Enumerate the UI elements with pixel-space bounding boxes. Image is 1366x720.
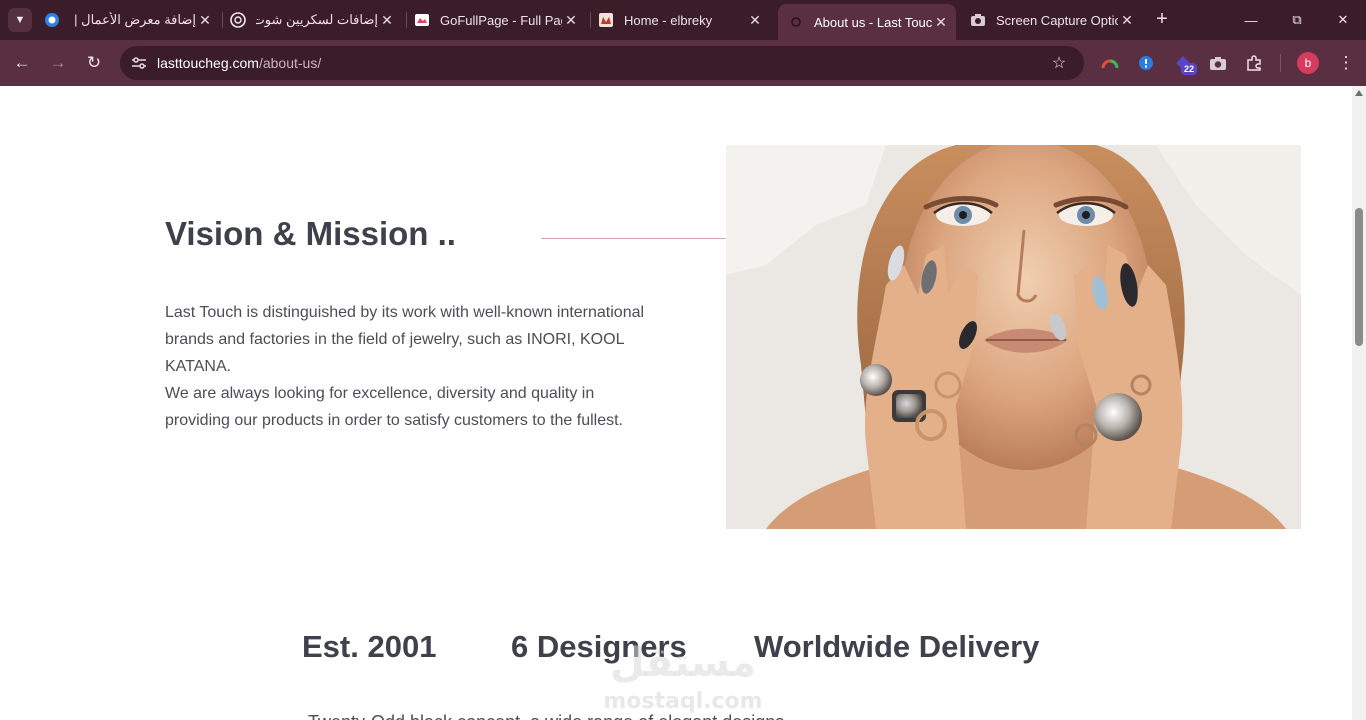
arrow-right-icon: → [49, 53, 67, 72]
chatgpt-icon [230, 12, 246, 28]
plus-icon: + [1156, 8, 1168, 30]
restore-icon: ⧉ [1292, 12, 1302, 27]
tab-title: إضافات لسكريين شوت [256, 12, 378, 27]
back-button[interactable]: ← [9, 50, 35, 76]
close-window-button[interactable]: ✕ [1320, 0, 1366, 40]
jewelry-model-image [726, 145, 1301, 529]
tab-gofullpage[interactable]: GoFullPage - Full Page Screen Capture ✕ [414, 6, 586, 34]
tab-about-us-active[interactable]: About us - Last Touch ✕ [778, 4, 956, 40]
tab-separator [222, 12, 223, 28]
mission-paragraph: We are always looking for excellence, di… [165, 385, 623, 429]
tab-screenshot-addons[interactable]: إضافات لسكريين شوت ✕ [230, 6, 402, 34]
tab-separator [406, 12, 407, 28]
stat-established: Est. 2001 [302, 629, 437, 664]
tab-title: Home - elbreky [624, 12, 713, 28]
browser-menu-button[interactable]: ⋮ [1333, 50, 1359, 76]
url-path: /about-us/ [258, 55, 322, 71]
minimize-button[interactable]: — [1228, 0, 1274, 40]
close-icon[interactable]: ✕ [196, 12, 214, 29]
tab-search-button[interactable]: ▼ [8, 8, 32, 32]
close-icon: ✕ [1337, 12, 1349, 27]
page-viewport: Vision & Mission .. Last Touch is distin… [0, 86, 1352, 720]
vision-mission-heading: Vision & Mission .. [165, 215, 456, 252]
vision-mission-text: Last Touch is distinguished by its work … [165, 299, 645, 434]
circle-logo-icon [44, 12, 60, 28]
heading-divider-line [541, 238, 726, 239]
close-icon[interactable]: ✕ [932, 14, 950, 31]
close-icon[interactable]: ✕ [378, 12, 396, 29]
tab-title: Screen Capture Options [996, 12, 1118, 28]
url-text[interactable]: lasttoucheg.com/about-us/ [157, 55, 321, 71]
address-bar[interactable]: lasttoucheg.com/about-us/ ☆ [120, 46, 1084, 80]
profile-avatar[interactable]: b [1297, 52, 1319, 74]
restore-button[interactable]: ⧉ [1274, 0, 1320, 40]
extension-tabs-icon[interactable]: 22 [1172, 52, 1198, 75]
tab-mostaql[interactable]: إضافة معرض الأعمال | م ✕ [44, 6, 220, 34]
tab-title: GoFullPage - Full Page Screen Capture [440, 12, 562, 28]
url-host: lasttoucheg.com [157, 55, 259, 71]
toolbar-separator [1280, 54, 1281, 72]
tab-elbreky[interactable]: Home - elbreky ✕ [598, 6, 770, 34]
bookmark-star-icon[interactable]: ☆ [1048, 52, 1070, 74]
extensions-puzzle-icon[interactable] [1243, 52, 1265, 74]
tab-strip: ▼ إضافة معرض الأعمال | م ✕ إضافات لسكريي… [0, 0, 1366, 40]
extension-count-badge: 22 [1181, 63, 1198, 75]
camera-icon [970, 12, 986, 28]
page-scrollbar[interactable] [1352, 86, 1366, 720]
scroll-up-arrow-icon[interactable] [1355, 90, 1363, 96]
watermark-arabic: مستقل [610, 640, 756, 686]
mostaql-watermark: مستقل mostaql.com [603, 640, 762, 714]
close-icon[interactable]: ✕ [1118, 12, 1136, 29]
kebab-menu-icon: ⋮ [1337, 53, 1355, 72]
browser-toolbar: ← → ↻ lasttoucheg.com/about-us/ ☆ 22 b ⋮ [0, 40, 1366, 86]
extension-camera-icon[interactable] [1207, 52, 1229, 74]
extension-info-icon[interactable] [1135, 52, 1157, 74]
forward-button[interactable]: → [45, 50, 71, 76]
lasttouch-icon [788, 14, 804, 30]
new-tab-button[interactable]: + [1150, 8, 1174, 32]
profile-initial: b [1304, 56, 1312, 70]
vision-paragraph: Last Touch is distinguished by its work … [165, 304, 645, 375]
scrollbar-thumb[interactable] [1355, 208, 1363, 346]
site-settings-icon[interactable] [128, 52, 150, 74]
close-icon[interactable]: ✕ [562, 12, 580, 29]
arrow-left-icon: ← [13, 53, 31, 72]
reload-icon: ↻ [86, 53, 102, 72]
tab-screen-capture[interactable]: Screen Capture Options ✕ [970, 6, 1142, 34]
watermark-latin: mostaql.com [603, 689, 762, 714]
reload-button[interactable]: ↻ [81, 50, 107, 76]
gofullpage-icon [414, 12, 430, 28]
tab-separator [590, 12, 591, 28]
minimize-icon: — [1244, 12, 1258, 28]
tab-title: إضافة معرض الأعمال | م [70, 12, 196, 27]
extension-speed-icon[interactable] [1099, 52, 1121, 74]
tab-title: About us - Last Touch [814, 14, 932, 30]
elbreky-icon [598, 12, 614, 28]
stat-delivery: Worldwide Delivery [754, 629, 1040, 664]
close-icon[interactable]: ✕ [746, 12, 764, 29]
chevron-down-icon: ▼ [14, 14, 26, 26]
